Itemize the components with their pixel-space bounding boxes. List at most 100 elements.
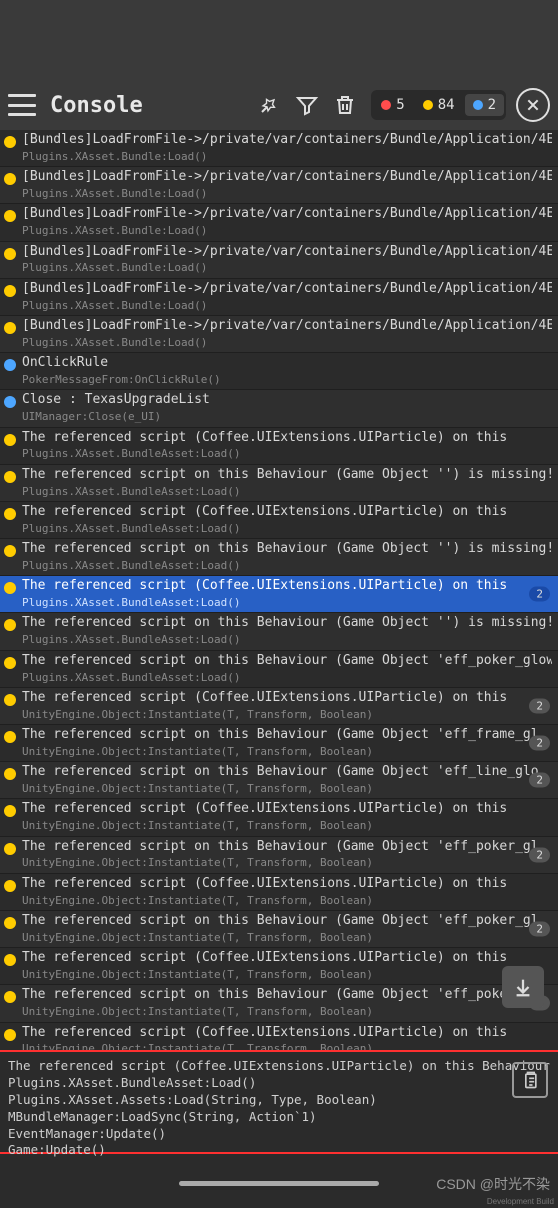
log-message: [Bundles]LoadFromFile->/private/var/cont… [22, 281, 552, 298]
watermark: CSDN @时光不染 [436, 1174, 550, 1194]
log-message: The referenced script on this Behaviour … [22, 615, 552, 632]
log-source: Plugins.XAsset.Bundle:Load() [22, 299, 552, 313]
log-message: [Bundles]LoadFromFile->/private/var/cont… [22, 318, 552, 335]
stack-trace-line: Game:Update() [8, 1142, 550, 1159]
log-row[interactable]: [Bundles]LoadFromFile->/private/var/cont… [0, 130, 558, 167]
log-row[interactable]: The referenced script (Coffee.UIExtensio… [0, 1023, 558, 1051]
log-message: The referenced script (Coffee.UIExtensio… [22, 1025, 552, 1042]
copy-button[interactable] [512, 1062, 548, 1098]
pin-icon[interactable] [253, 89, 285, 121]
log-source: Plugins.XAsset.BundleAsset:Load() [22, 522, 552, 536]
log-source: UnityEngine.Object:Instantiate(T, Transf… [22, 968, 552, 982]
log-message: The referenced script on this Behaviour … [22, 987, 552, 1004]
stack-trace-line: MBundleManager:LoadSync(String, Action`1… [8, 1109, 550, 1126]
log-source: UnityEngine.Object:Instantiate(T, Transf… [22, 1005, 552, 1019]
log-row[interactable]: The referenced script on this Behaviour … [0, 762, 558, 799]
warn-icon [4, 694, 16, 706]
log-message: [Bundles]LoadFromFile->/private/var/cont… [22, 206, 552, 223]
scroll-to-bottom-button[interactable] [502, 966, 544, 1008]
log-source: UnityEngine.Object:Instantiate(T, Transf… [22, 856, 552, 870]
log-source: Plugins.XAsset.BundleAsset:Load() [22, 447, 552, 461]
warn-icon [4, 917, 16, 929]
log-row[interactable]: The referenced script (Coffee.UIExtensio… [0, 576, 558, 613]
count-badge: 2 [529, 587, 550, 602]
log-row[interactable]: The referenced script (Coffee.UIExtensio… [0, 874, 558, 911]
log-message: [Bundles]LoadFromFile->/private/var/cont… [22, 132, 552, 149]
log-row[interactable]: The referenced script on this Behaviour … [0, 725, 558, 762]
log-message: The referenced script (Coffee.UIExtensio… [22, 578, 552, 595]
log-message: The referenced script on this Behaviour … [22, 764, 552, 781]
log-row[interactable]: The referenced script on this Behaviour … [0, 613, 558, 650]
stack-trace-line: EventManager:Update() [8, 1126, 550, 1143]
log-message: The referenced script (Coffee.UIExtensio… [22, 876, 552, 893]
info-icon [4, 359, 16, 371]
status-bar-area [0, 0, 558, 80]
log-row[interactable]: The referenced script (Coffee.UIExtensio… [0, 502, 558, 539]
warn-icon [4, 173, 16, 185]
log-source: UnityEngine.Object:Instantiate(T, Transf… [22, 931, 552, 945]
log-level-filters: 5 84 2 [371, 90, 506, 120]
count-badge: 2 [529, 773, 550, 788]
log-row[interactable]: The referenced script (Coffee.UIExtensio… [0, 799, 558, 836]
close-button[interactable] [516, 88, 550, 122]
log-message: The referenced script (Coffee.UIExtensio… [22, 430, 552, 447]
warn-icon [4, 731, 16, 743]
log-row[interactable]: The referenced script on this Behaviour … [0, 539, 558, 576]
log-row[interactable]: The referenced script on this Behaviour … [0, 985, 558, 1022]
log-source: Plugins.XAsset.Bundle:Load() [22, 336, 552, 350]
log-source: PokerMessageFrom:OnClickRule() [22, 373, 552, 387]
log-row[interactable]: Close : TexasUpgradeListUIManager:Close(… [0, 390, 558, 427]
log-row[interactable]: [Bundles]LoadFromFile->/private/var/cont… [0, 242, 558, 279]
log-row[interactable]: OnClickRulePokerMessageFrom:OnClickRule(… [0, 353, 558, 390]
log-row[interactable]: The referenced script on this Behaviour … [0, 837, 558, 874]
warning-count-toggle[interactable]: 84 [415, 94, 463, 116]
log-message: The referenced script on this Behaviour … [22, 467, 552, 484]
log-message: [Bundles]LoadFromFile->/private/var/cont… [22, 244, 552, 261]
log-message: The referenced script on this Behaviour … [22, 727, 552, 744]
log-source: UIManager:Close(e_UI) [22, 410, 552, 424]
count-badge: 2 [529, 698, 550, 713]
log-row[interactable]: [Bundles]LoadFromFile->/private/var/cont… [0, 167, 558, 204]
console-header: Console 5 84 2 [0, 80, 558, 130]
count-badge: 2 [529, 736, 550, 751]
log-row[interactable]: The referenced script on this Behaviour … [0, 651, 558, 688]
log-row[interactable]: The referenced script (Coffee.UIExtensio… [0, 428, 558, 465]
dev-build-label: Development Build [487, 1197, 554, 1206]
log-row[interactable]: [Bundles]LoadFromFile->/private/var/cont… [0, 204, 558, 241]
warn-icon [4, 619, 16, 631]
warn-icon [4, 210, 16, 222]
warn-icon [4, 768, 16, 780]
info-count-toggle[interactable]: 2 [465, 94, 504, 116]
log-message: The referenced script on this Behaviour … [22, 839, 552, 856]
stack-trace-line: Plugins.XAsset.BundleAsset:Load() [8, 1075, 550, 1092]
log-row[interactable]: The referenced script on this Behaviour … [0, 911, 558, 948]
log-row[interactable]: The referenced script on this Behaviour … [0, 465, 558, 502]
trash-icon[interactable] [329, 89, 361, 121]
log-list[interactable]: [Bundles]LoadFromFile->/private/var/cont… [0, 130, 558, 1050]
console-title: Console [50, 93, 143, 118]
warn-icon [4, 843, 16, 855]
log-source: UnityEngine.Object:Instantiate(T, Transf… [22, 745, 552, 759]
log-source: Plugins.XAsset.Bundle:Load() [22, 187, 552, 201]
warn-icon [4, 805, 16, 817]
log-source: Plugins.XAsset.BundleAsset:Load() [22, 596, 552, 610]
log-row[interactable]: The referenced script (Coffee.UIExtensio… [0, 688, 558, 725]
log-row[interactable]: [Bundles]LoadFromFile->/private/var/cont… [0, 279, 558, 316]
log-row[interactable]: [Bundles]LoadFromFile->/private/var/cont… [0, 316, 558, 353]
filter-icon[interactable] [291, 89, 323, 121]
log-message: Close : TexasUpgradeList [22, 392, 552, 409]
error-count-toggle[interactable]: 5 [373, 94, 412, 116]
warn-icon [4, 434, 16, 446]
log-row[interactable]: The referenced script (Coffee.UIExtensio… [0, 948, 558, 985]
stack-trace-line: Plugins.XAsset.Assets:Load(String, Type,… [8, 1092, 550, 1109]
log-source: UnityEngine.Object:Instantiate(T, Transf… [22, 782, 552, 796]
warn-icon [4, 508, 16, 520]
warn-icon [4, 582, 16, 594]
warn-icon [4, 954, 16, 966]
log-message: OnClickRule [22, 355, 552, 372]
menu-button[interactable] [8, 94, 36, 116]
log-source: UnityEngine.Object:Instantiate(T, Transf… [22, 894, 552, 908]
log-source: Plugins.XAsset.BundleAsset:Load() [22, 633, 552, 647]
log-message: [Bundles]LoadFromFile->/private/var/cont… [22, 169, 552, 186]
log-source: Plugins.XAsset.BundleAsset:Load() [22, 559, 552, 573]
